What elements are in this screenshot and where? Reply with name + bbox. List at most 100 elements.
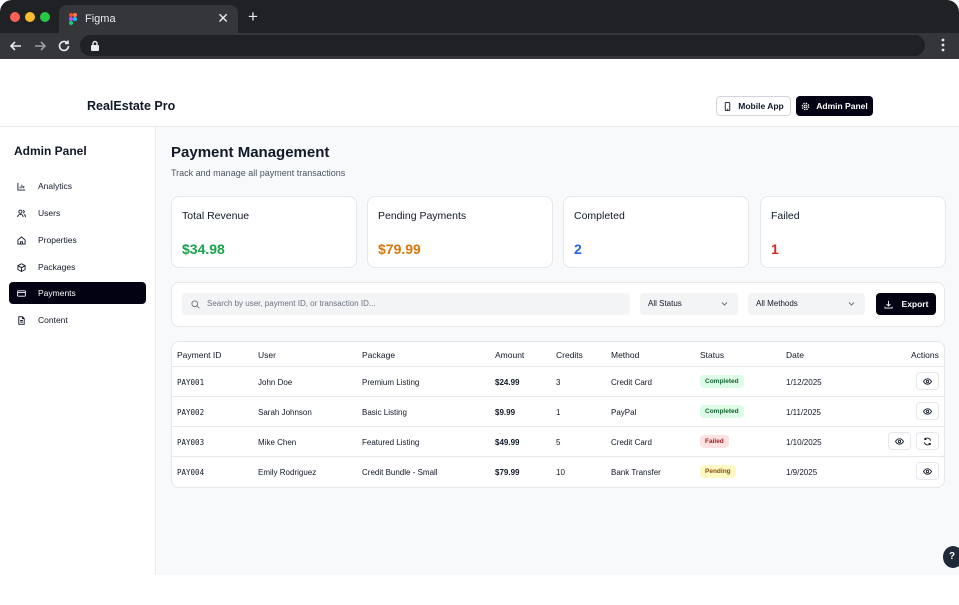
status-select-value: All Status <box>648 299 682 308</box>
reload-icon[interactable] <box>56 38 72 54</box>
cell-payment-id: PAY002 <box>177 408 205 417</box>
table-header: Payment ID User Package Amount Credits M… <box>172 342 944 367</box>
column-header-status: Status <box>700 350 725 360</box>
sidebar-item-content[interactable]: Content <box>9 309 146 331</box>
status-select[interactable]: All Status <box>640 293 738 315</box>
address-bar[interactable] <box>80 35 925 56</box>
sidebar-item-properties[interactable]: Properties <box>9 229 146 251</box>
admin-panel-button[interactable]: Admin Panel <box>796 96 873 116</box>
table-row: PAY001 John Doe Premium Listing $24.99 3… <box>172 367 944 397</box>
method-select-value: All Methods <box>756 299 798 308</box>
mobile-app-label: Mobile App <box>738 101 784 111</box>
cell-user: Emily Rodriguez <box>258 468 317 477</box>
browser-tab[interactable]: Figma ✕ <box>59 5 238 33</box>
search-icon <box>191 300 200 309</box>
users-icon <box>17 209 26 217</box>
column-header-actions: Actions <box>911 350 939 360</box>
gear-icon <box>801 102 810 110</box>
column-header-method: Method <box>611 350 640 360</box>
credit-card-icon <box>17 289 26 297</box>
close-window-button[interactable] <box>10 12 20 22</box>
tab-close-icon[interactable]: ✕ <box>217 10 229 26</box>
page-bottom <box>0 575 959 605</box>
sidebar-item-label: Analytics <box>38 181 73 191</box>
retry-button[interactable] <box>916 432 939 450</box>
sidebar-item-payments[interactable]: Payments <box>9 282 146 304</box>
column-header-user: User <box>258 350 276 360</box>
smartphone-icon <box>725 101 731 111</box>
export-button[interactable]: Export <box>876 293 936 315</box>
forward-arrow-icon[interactable] <box>32 38 48 54</box>
stat-value: $79.99 <box>378 241 421 257</box>
column-header-amount: Amount <box>495 350 525 360</box>
column-header-package: Package <box>362 350 396 360</box>
view-button[interactable] <box>916 402 939 420</box>
browser-menu-icon[interactable] <box>941 38 945 52</box>
stat-value: 2 <box>574 241 582 257</box>
view-button[interactable] <box>888 432 911 450</box>
cell-credits: 10 <box>556 468 565 477</box>
status-badge: Failed <box>700 435 729 448</box>
export-label: Export <box>901 299 929 309</box>
file-text-icon <box>18 315 25 325</box>
sidebar-title: Admin Panel <box>14 144 87 158</box>
download-icon <box>883 300 893 309</box>
view-button[interactable] <box>916 372 939 390</box>
cell-amount: $49.99 <box>495 438 520 447</box>
browser-toolbar <box>0 33 959 59</box>
lock-icon <box>91 40 99 51</box>
eye-icon <box>895 437 904 445</box>
status-badge: Completed <box>700 375 744 388</box>
cell-method: Credit Card <box>611 378 652 387</box>
stat-label: Pending Payments <box>378 210 467 222</box>
stat-label: Total Revenue <box>182 210 250 222</box>
chevron-down-icon <box>721 302 728 306</box>
method-select[interactable]: All Methods <box>748 293 865 315</box>
cell-date: 1/11/2025 <box>786 408 821 417</box>
home-icon <box>17 235 26 245</box>
top-navigation: RealEstate Pro Mobile App Admin Panel <box>0 59 959 127</box>
stat-card-pending-payments: Pending Payments $79.99 <box>367 196 553 268</box>
sidebar-item-label: Payments <box>38 288 76 298</box>
stat-card-completed: Completed 2 <box>563 196 749 268</box>
sidebar-item-label: Users <box>38 208 61 218</box>
help-button[interactable]: ? <box>943 546 959 568</box>
browser-window: Figma ✕ + RealEstate Pro Mobile App Admi… <box>0 0 959 605</box>
stat-value: 1 <box>771 241 779 257</box>
sidebar-item-analytics[interactable]: Analytics <box>9 175 146 197</box>
bar-chart-icon <box>17 182 26 191</box>
cell-date: 1/9/2025 <box>786 468 818 477</box>
stat-label: Failed <box>771 210 800 222</box>
mobile-app-button[interactable]: Mobile App <box>716 96 791 116</box>
search-placeholder: Search by user, payment ID, or transacti… <box>207 299 376 308</box>
search-input[interactable]: Search by user, payment ID, or transacti… <box>182 293 630 315</box>
sidebar-item-packages[interactable]: Packages <box>9 256 146 278</box>
cell-amount: $79.99 <box>495 468 520 477</box>
cell-method: Bank Transfer <box>611 468 661 477</box>
cell-user: Sarah Johnson <box>258 408 312 417</box>
cell-package: Featured Listing <box>362 438 420 447</box>
new-tab-button[interactable]: + <box>248 8 258 25</box>
figma-icon <box>69 13 77 25</box>
payments-table: Payment ID User Package Amount Credits M… <box>171 341 945 488</box>
back-arrow-icon[interactable] <box>8 38 24 54</box>
cell-payment-id: PAY001 <box>177 378 205 387</box>
cell-date: 1/12/2025 <box>786 378 822 387</box>
cell-method: PayPal <box>611 408 637 417</box>
maximize-window-button[interactable] <box>40 12 50 22</box>
cell-credits: 3 <box>556 378 561 387</box>
view-button[interactable] <box>916 462 939 480</box>
cell-payment-id: PAY003 <box>177 438 205 447</box>
table-row: PAY002 Sarah Johnson Basic Listing $9.99… <box>172 397 944 427</box>
browser-titlebar: Figma ✕ + <box>0 0 959 33</box>
package-icon <box>17 262 26 272</box>
app-root: RealEstate Pro Mobile App Admin Panel Ad… <box>0 59 959 605</box>
stat-value: $34.98 <box>182 241 225 257</box>
stat-card-failed: Failed 1 <box>760 196 946 268</box>
cell-credits: 5 <box>556 438 561 447</box>
cell-credits: 1 <box>556 408 561 417</box>
sidebar-item-users[interactable]: Users <box>9 202 146 224</box>
brand-name: RealEstate Pro <box>87 99 176 113</box>
minimize-window-button[interactable] <box>25 12 35 22</box>
sidebar-item-label: Content <box>38 315 68 325</box>
